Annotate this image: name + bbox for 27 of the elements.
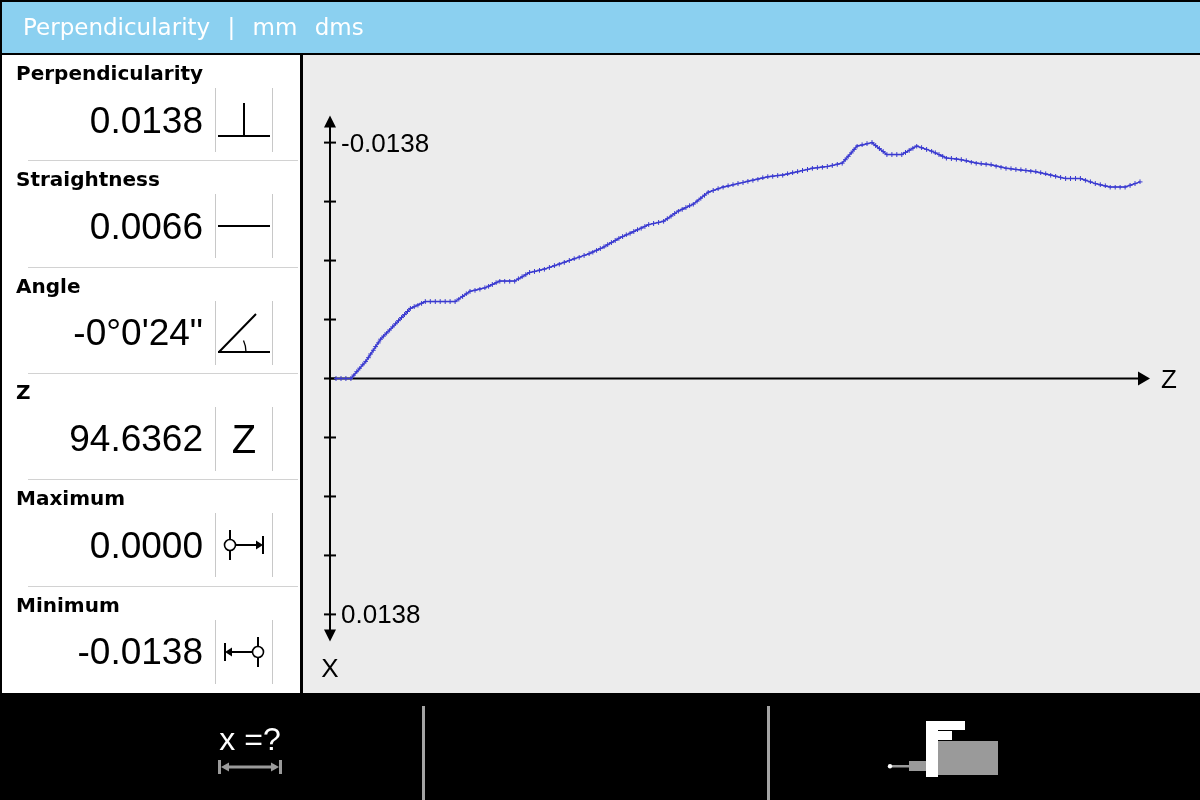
axis-tick-label: 0.0138 <box>341 599 421 630</box>
probe-icon <box>886 720 998 777</box>
readout-name: Maximum <box>16 486 126 511</box>
window-title: Perpendicularity | mm dms <box>23 16 364 39</box>
circle-arrow-left-icon <box>223 636 265 667</box>
readout-reading: -0.0138 <box>77 633 203 671</box>
readout-reading: 0.0000 <box>89 526 203 564</box>
straight-line-icon <box>218 225 270 228</box>
axis-label: X <box>321 653 339 683</box>
axis-tick-label: -0.0138 <box>341 127 430 158</box>
readout-reading: -0°0'24" <box>73 314 203 352</box>
dimension-query-button[interactable]: x =? <box>216 723 284 774</box>
perpendicular-icon <box>218 103 270 137</box>
angle-icon <box>218 312 270 353</box>
axis-letter: Z <box>231 419 257 459</box>
readout-name: Straightness <box>16 167 160 192</box>
readout-reading: 0.0138 <box>89 101 203 139</box>
readout-name: Z <box>16 380 31 404</box>
readout-name: Perpendicularity <box>16 61 204 85</box>
circle-arrow-right-icon <box>223 530 265 561</box>
readout-reading: 94.6362 <box>69 420 203 458</box>
readout-reading: 0.0066 <box>89 207 203 245</box>
probe-button[interactable] <box>886 720 998 777</box>
axis-label: Z <box>1161 363 1177 394</box>
double-arrow-icon <box>218 759 282 774</box>
readout-name: Angle <box>16 273 81 298</box>
readout-name: Minimum <box>16 592 120 617</box>
